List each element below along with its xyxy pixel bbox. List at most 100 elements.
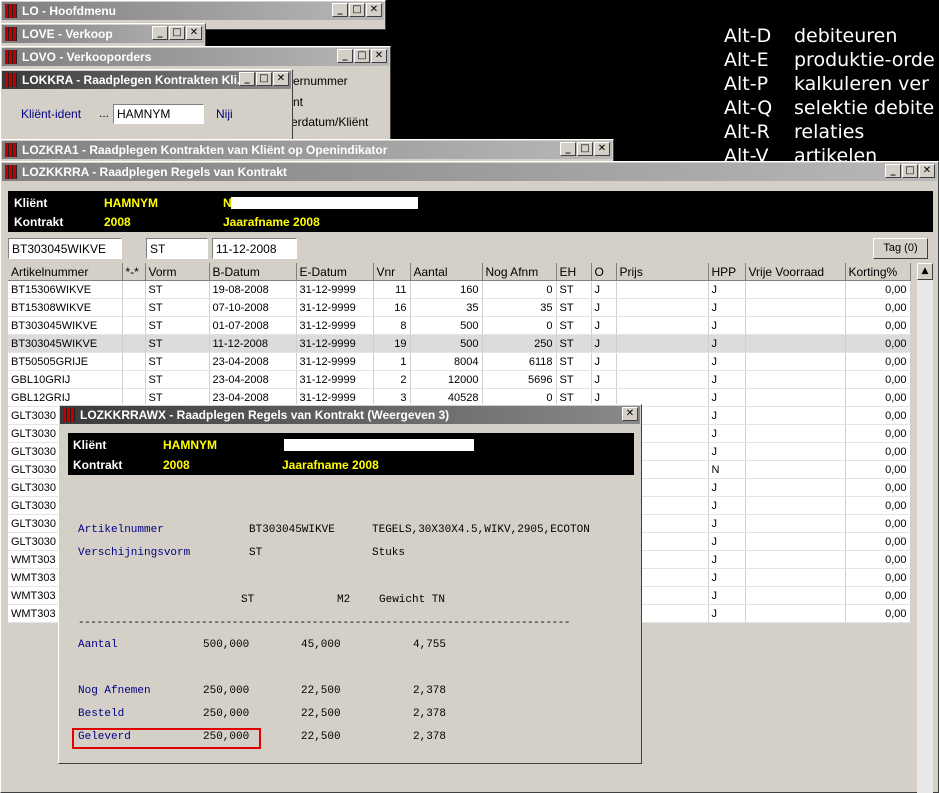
col-header-weight: Gewicht TN — [379, 594, 446, 606]
filter-article-input[interactable]: BT303045WIKVE — [8, 238, 122, 259]
table-cell: 31-12-9999 — [296, 316, 374, 335]
table-cell: J — [708, 496, 746, 515]
maximize-button[interactable]: □ — [577, 142, 593, 156]
form-value: ST — [249, 547, 263, 559]
col-nog-afnm[interactable]: Nog Afnm — [482, 263, 557, 281]
table-cell: N — [708, 460, 746, 479]
col-marker[interactable]: *-* — [122, 263, 146, 281]
tag-button[interactable]: Tag (0) — [873, 238, 928, 259]
redacted-client-name — [284, 439, 474, 451]
table-cell — [745, 352, 846, 371]
maximize-button[interactable]: □ — [354, 49, 370, 63]
minimize-button[interactable]: _ — [239, 72, 255, 86]
table-cell: J — [708, 388, 746, 407]
minimize-button[interactable]: _ — [152, 26, 168, 40]
col-korting[interactable]: Korting% — [845, 263, 911, 281]
header-panel: Kliënt HAMNYM N Kontrakt 2008 Jaarafname… — [8, 191, 933, 232]
col-hpp[interactable]: HPP — [708, 263, 746, 281]
col-aantal[interactable]: Aantal — [410, 263, 483, 281]
titlebar[interactable]: LOZKKRRAWX - Raadplegen Regels van Kontr… — [60, 406, 640, 424]
minimize-button[interactable]: _ — [337, 49, 353, 63]
table-cell: 0 — [482, 316, 557, 335]
table-row[interactable]: BT15308WIKVE ST 07-10-2008 31-12-9999 16 35 35… — [8, 298, 911, 317]
app-icon — [5, 4, 17, 18]
table-cell: 250 — [482, 334, 557, 353]
table-cell: 0,00 — [845, 280, 911, 299]
col-prijs[interactable]: Prijs — [616, 263, 709, 281]
table-cell: 500 — [410, 334, 483, 353]
separator-line: ----------------------------------------… — [78, 617, 571, 629]
col-eh[interactable]: EH — [556, 263, 592, 281]
titlebar[interactable]: LO - Hoofdmenu _ □ ✕ — [2, 2, 384, 20]
close-button[interactable]: ✕ — [273, 72, 289, 86]
table-cell: 0,00 — [845, 406, 911, 425]
titlebar[interactable]: LOKKRA - Raadplegen Kontrakten Kli... _ □… — [2, 71, 291, 89]
maximize-button[interactable]: □ — [902, 164, 918, 178]
niji-label: Niji — [216, 107, 233, 121]
col-e-datum[interactable]: E-Datum — [296, 263, 374, 281]
table-cell: ST — [556, 280, 592, 299]
table-cell: 0,00 — [845, 586, 911, 605]
close-button[interactable]: ✕ — [186, 26, 202, 40]
app-icon — [5, 165, 17, 179]
dialog-weergeven-regel: LOZKKRRAWX - Raadplegen Regels van Kontr… — [58, 404, 642, 764]
maximize-button[interactable]: □ — [169, 26, 185, 40]
table-cell: BT303045WIKVE — [8, 334, 123, 353]
table-cell: ST — [556, 316, 592, 335]
scroll-up-button[interactable]: ▲ — [917, 263, 933, 280]
shortcut-1: Alt-D debiteuren — [724, 25, 898, 47]
titlebar[interactable]: LOVO - Verkooporders _ □ ✕ — [2, 48, 389, 66]
col-artikelnummer[interactable]: Artikelnummer — [8, 263, 123, 281]
table-cell: 2 — [373, 370, 411, 389]
row-besteld-weight: 2,378 — [413, 708, 447, 720]
table-cell — [745, 316, 846, 335]
filter-form-input[interactable]: ST — [146, 238, 208, 259]
client-ident-input[interactable]: HAMNYM — [113, 104, 204, 124]
titlebar[interactable]: LOZKRA1 - Raadplegen Kontrakten van Klië… — [2, 141, 612, 159]
col-o[interactable]: O — [591, 263, 617, 281]
client-label: Kliënt — [14, 196, 48, 210]
table-row[interactable]: BT303045WIKVE ST 01-07-2008 31-12-9999 8 500 0… — [8, 316, 911, 335]
table-cell: 19 — [373, 334, 411, 353]
close-button[interactable]: ✕ — [622, 407, 638, 421]
table-cell: 1 — [373, 352, 411, 371]
contract-label: Kontrakt — [14, 215, 64, 229]
titlebar[interactable]: LOVE - Verkoop _ □ ✕ — [2, 25, 204, 43]
col-vrije-voorraad[interactable]: Vrije Voorraad — [745, 263, 846, 281]
table-row[interactable]: BT15306WIKVE ST 19-08-2008 31-12-9999 11 160 0… — [8, 280, 911, 299]
client-value: HAMNYM — [104, 196, 158, 210]
table-cell: 16 — [373, 298, 411, 317]
table-cell: 0,00 — [845, 514, 911, 533]
table-cell — [745, 370, 846, 389]
col-vorm[interactable]: Vorm — [145, 263, 210, 281]
col-vnr[interactable]: Vnr — [373, 263, 411, 281]
vertical-scrollbar[interactable] — [917, 280, 933, 793]
table-cell: J — [708, 568, 746, 587]
close-button[interactable]: ✕ — [366, 3, 382, 17]
col-b-datum[interactable]: B-Datum — [209, 263, 297, 281]
table-cell: J — [708, 514, 746, 533]
close-button[interactable]: ✕ — [371, 49, 387, 63]
close-button[interactable]: ✕ — [919, 164, 935, 178]
table-row[interactable]: BT303045WIKVE ST 11-12-2008 31-12-9999 19 500… — [8, 334, 911, 353]
maximize-button[interactable]: □ — [349, 3, 365, 17]
table-cell: ST — [556, 334, 592, 353]
table-cell: 0,00 — [845, 370, 911, 389]
minimize-button[interactable]: _ — [332, 3, 348, 17]
row-nog-afnemen-st: 250,000 — [203, 685, 250, 697]
table-cell: 0,00 — [845, 604, 911, 623]
table-cell: ST — [556, 298, 592, 317]
table-cell — [745, 532, 846, 551]
close-button[interactable]: ✕ — [594, 142, 610, 156]
table-row[interactable]: GBL10GRIJ ST 23-04-2008 31-12-9999 2 12000 569… — [8, 370, 911, 389]
titlebar[interactable]: LOZKKRRA - Raadplegen Regels van Kontrak… — [2, 163, 937, 181]
table-row[interactable]: BT50505GRIJE ST 23-04-2008 31-12-9999 1 8004 6… — [8, 352, 911, 371]
filter-date-input[interactable]: 11-12-2008 — [212, 238, 297, 259]
minimize-button[interactable]: _ — [885, 164, 901, 178]
maximize-button[interactable]: □ — [256, 72, 272, 86]
table-cell — [745, 298, 846, 317]
table-cell — [745, 442, 846, 461]
table-cell: 31-12-9999 — [296, 370, 374, 389]
minimize-button[interactable]: _ — [560, 142, 576, 156]
table-cell: J — [708, 586, 746, 605]
